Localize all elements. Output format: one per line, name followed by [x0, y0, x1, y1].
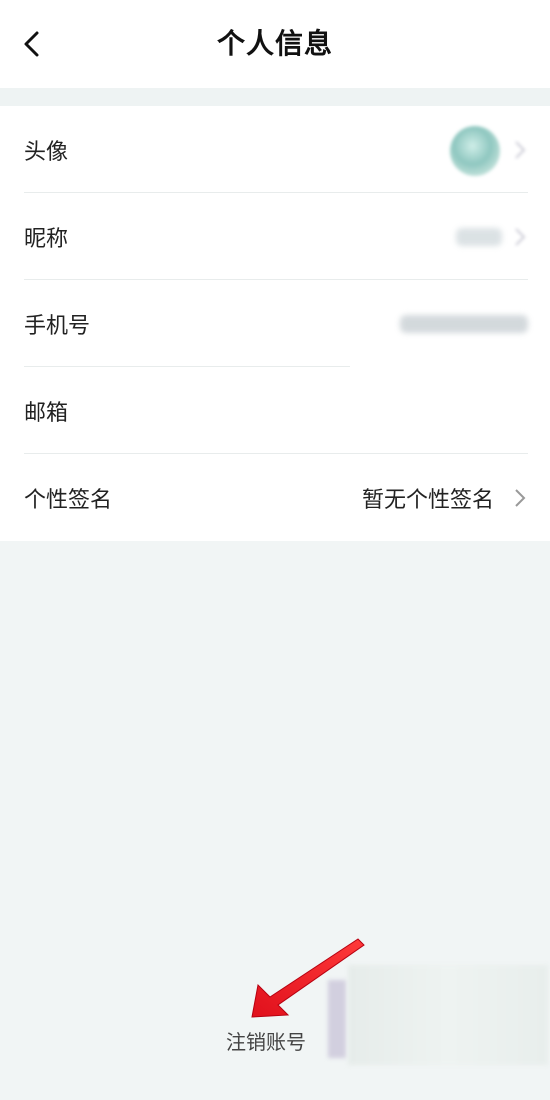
- info-list: 头像 昵称 手机号 邮箱 个性签名 暂无个性签名: [0, 106, 550, 541]
- row-label-nickname: 昵称: [24, 226, 69, 252]
- row-label-email: 邮箱: [24, 400, 69, 426]
- header-separator: [0, 88, 550, 106]
- cancel-account-link[interactable]: 注销账号: [226, 1026, 306, 1055]
- row-signature[interactable]: 个性签名 暂无个性签名: [0, 454, 550, 541]
- blurred-overlay: [348, 965, 548, 1065]
- row-avatar[interactable]: 头像: [0, 106, 550, 193]
- personal-info-screen: 个人信息 头像 昵称 手机号 邮箱 个性签名 暂无个性签名 注销账号: [0, 0, 550, 1100]
- chevron-right-icon: [515, 227, 526, 246]
- annotation-arrow-icon: [251, 938, 365, 1018]
- top-nav-bar: 个人信息: [0, 0, 550, 88]
- nickname-value-blurred: [456, 227, 502, 246]
- row-email[interactable]: 邮箱: [0, 367, 550, 454]
- phone-value-blurred: [400, 314, 528, 333]
- row-label-phone: 手机号: [24, 313, 91, 339]
- chevron-right-icon: [515, 488, 526, 507]
- page-title: 个人信息: [216, 27, 333, 60]
- row-phone[interactable]: 手机号: [0, 280, 550, 367]
- signature-value: 暂无个性签名: [361, 487, 494, 513]
- row-nickname[interactable]: 昵称: [0, 193, 550, 280]
- avatar: [450, 126, 500, 176]
- chevron-right-icon: [515, 140, 526, 159]
- row-label-signature: 个性签名: [24, 487, 113, 513]
- row-label-avatar: 头像: [24, 139, 69, 165]
